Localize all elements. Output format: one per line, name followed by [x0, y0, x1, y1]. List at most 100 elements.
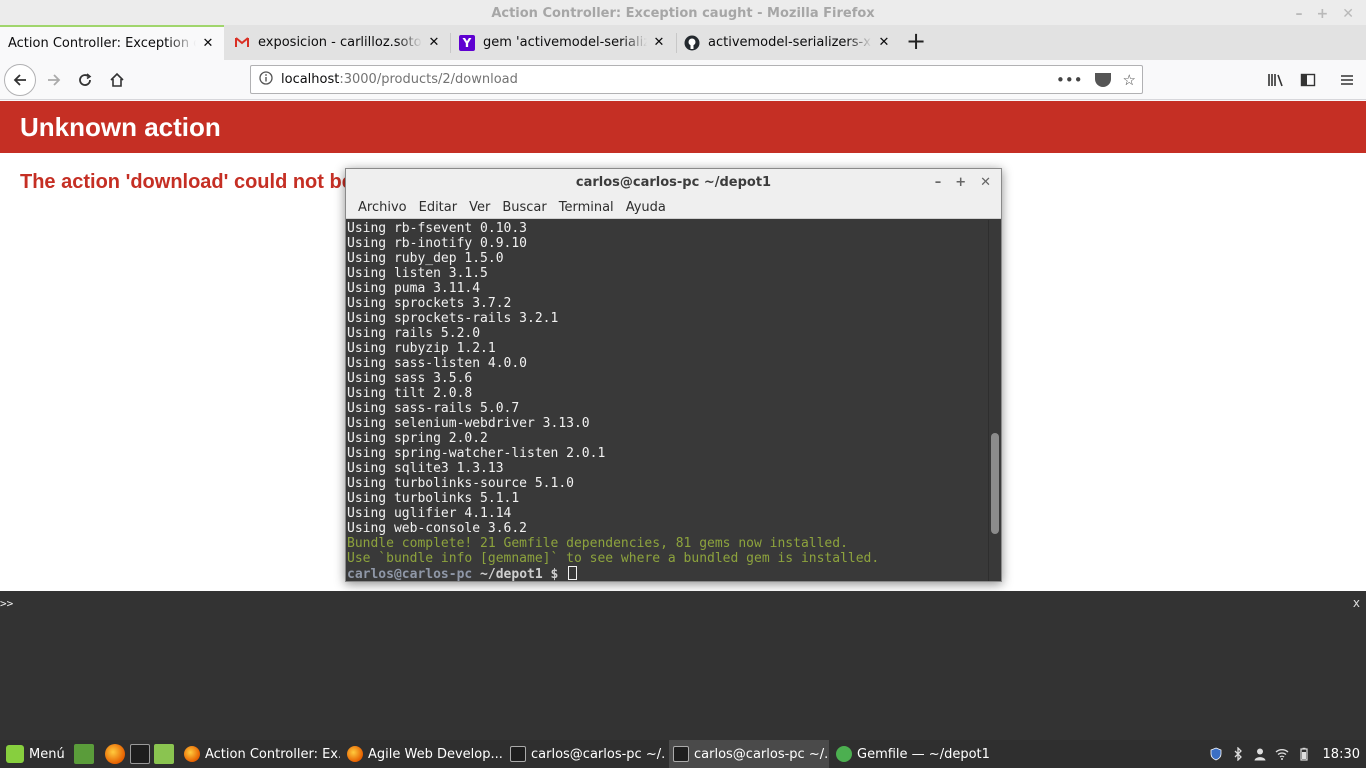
tab-title: activemodel-serializers-xml/README — [708, 35, 872, 50]
menu-ayuda[interactable]: Ayuda — [620, 200, 672, 215]
show-desktop-icon[interactable] — [74, 744, 94, 764]
home-button[interactable] — [101, 64, 133, 96]
terminal-output-line: Using rb-inotify 0.9.10 — [347, 236, 528, 251]
terminal-launcher-icon[interactable] — [130, 744, 150, 764]
terminal-icon — [673, 746, 689, 762]
library-button[interactable] — [1260, 64, 1292, 96]
terminal-output-line: Using rails 5.2.0 — [347, 326, 481, 341]
menu-button[interactable] — [1331, 64, 1363, 96]
url-host: localhost — [281, 72, 340, 87]
files-launcher-icon[interactable] — [154, 744, 174, 764]
maximize-icon[interactable]: + — [955, 169, 966, 197]
firefox-icon — [347, 746, 363, 762]
site-info-icon[interactable] — [251, 71, 281, 88]
tab-close-icon[interactable]: ✕ — [200, 36, 216, 51]
terminal-output-line: Using sass-rails 5.0.7 — [347, 401, 520, 416]
terminal-output-line: Using sqlite3 1.3.13 — [347, 461, 504, 476]
tab-action-controller[interactable]: Action Controller: Exception caught ✕ — [0, 25, 224, 60]
tab-gmail[interactable]: exposicion - carlilloz.soto@gmail.com ✕ — [226, 25, 450, 60]
terminal-success-line: Bundle complete! 21 Gemfile dependencies… — [347, 536, 848, 551]
maximize-icon[interactable]: + — [1317, 0, 1329, 28]
terminal-output[interactable]: Using rb-fsevent 0.10.3 Using rb-inotify … — [346, 220, 989, 581]
window-controls: – + ✕ — [1296, 0, 1354, 28]
new-tab-button[interactable]: + — [904, 25, 928, 60]
pocket-icon[interactable] — [1094, 72, 1111, 87]
terminal-prompt-line[interactable]: carlos@carlos-pc ~/depot1 $ — [347, 566, 989, 581]
terminal-titlebar[interactable]: carlos@carlos-pc ~/depot1 – + ✕ — [346, 169, 1001, 197]
tab-strip: Action Controller: Exception caught ✕ ex… — [0, 25, 1366, 60]
error-title: Unknown action — [20, 111, 221, 142]
gedit-icon — [836, 746, 852, 762]
wifi-icon[interactable] — [1275, 747, 1289, 761]
terminal-output-line: Using sass 3.5.6 — [347, 371, 473, 386]
terminal-output-line: Using ruby_dep 1.5.0 — [347, 251, 504, 266]
menu-editar[interactable]: Editar — [413, 200, 464, 215]
menu-archivo[interactable]: Archivo — [352, 200, 413, 215]
page-actions-icon[interactable]: ••• — [1056, 71, 1083, 89]
sidebar-button[interactable] — [1292, 64, 1324, 96]
task-terminal-2[interactable]: carlos@carlos-pc ~/... — [669, 740, 829, 768]
user-icon[interactable] — [1253, 747, 1267, 761]
start-menu-button[interactable]: Menú — [2, 742, 69, 766]
terminal-success-line: Use `bundle info [gemname]` to see where… — [347, 551, 880, 566]
close-icon[interactable]: ✕ — [980, 169, 991, 197]
terminal-icon — [510, 746, 526, 762]
menu-buscar[interactable]: Buscar — [496, 200, 552, 215]
forward-button[interactable] — [38, 64, 70, 96]
url-bar[interactable]: localhost:3000/products/2/download ••• ☆ — [250, 65, 1143, 94]
error-header: Unknown action — [0, 101, 1366, 153]
menu-ver[interactable]: Ver — [463, 200, 496, 215]
home-icon — [110, 72, 124, 87]
terminal-output-line: Using spring 2.0.2 — [347, 431, 488, 446]
task-label: carlos@carlos-pc ~/... — [531, 746, 666, 762]
library-icon — [1268, 74, 1283, 87]
tab-yahoo[interactable]: Y gem 'activemodel-serializers-xml' ✕ — [451, 25, 675, 60]
minimize-icon[interactable]: – — [935, 169, 942, 197]
window-title: Action Controller: Exception caught - Mo… — [491, 6, 875, 21]
terminal-menubar: Archivo Editar Ver Buscar Terminal Ayuda — [346, 197, 1001, 219]
tab-title: Action Controller: Exception caught — [8, 36, 196, 51]
tab-close-icon[interactable]: ✕ — [651, 35, 667, 50]
tab-title: exposicion - carlilloz.soto@gmail.com — [258, 35, 422, 50]
close-icon[interactable]: ✕ — [1342, 0, 1354, 28]
bluetooth-icon[interactable] — [1231, 747, 1245, 761]
github-icon — [684, 35, 700, 51]
terminal-output-line: Using puma 3.11.4 — [347, 281, 481, 296]
terminal-output-line: Using tilt 2.0.8 — [347, 386, 473, 401]
prompt-user: carlos@carlos-pc — [347, 567, 473, 581]
hamburger-icon — [1341, 75, 1353, 85]
tab-close-icon[interactable]: ✕ — [426, 35, 442, 50]
terminal-output-line: Using sprockets-rails 3.2.1 — [347, 311, 559, 326]
firefox-launcher-icon[interactable] — [105, 744, 125, 764]
terminal-output-line: Using sass-listen 4.0.0 — [347, 356, 528, 371]
terminal-scrollbar[interactable] — [988, 220, 1000, 581]
bookmark-star-icon[interactable]: ☆ — [1123, 71, 1136, 89]
console-prompt[interactable]: >> — [0, 597, 13, 610]
task-terminal-1[interactable]: carlos@carlos-pc ~/... — [506, 740, 666, 768]
task-label: Gemfile — ~/depot1 ... — [857, 746, 992, 762]
task-firefox-agile[interactable]: Agile Web Develop... — [343, 740, 503, 768]
gmail-icon — [234, 35, 250, 51]
task-label: carlos@carlos-pc ~/... — [694, 746, 829, 762]
console-close-icon[interactable]: x — [1353, 596, 1360, 610]
task-gedit[interactable]: Gemfile — ~/depot1 ... — [832, 740, 992, 768]
firefox-titlebar: Action Controller: Exception caught - Mo… — [0, 0, 1366, 28]
taskbar: Menú Action Controller: Ex... Agile Web … — [0, 740, 1366, 768]
system-tray: 18:30 — [1209, 740, 1360, 768]
clock[interactable]: 18:30 — [1323, 747, 1360, 762]
web-console-panel[interactable]: >> x — [0, 591, 1366, 740]
battery-icon[interactable] — [1297, 747, 1311, 761]
shield-icon[interactable] — [1209, 747, 1223, 761]
tab-close-icon[interactable]: ✕ — [876, 35, 892, 50]
task-firefox-action-controller[interactable]: Action Controller: Ex... — [180, 740, 340, 768]
menu-terminal[interactable]: Terminal — [553, 200, 620, 215]
terminal-output-line: Using web-console 3.6.2 — [347, 521, 528, 536]
reload-button[interactable] — [69, 64, 101, 96]
url-text[interactable]: localhost:3000/products/2/download — [281, 72, 1056, 87]
scrollbar-thumb[interactable] — [991, 433, 999, 534]
minimize-icon[interactable]: – — [1296, 0, 1303, 28]
back-button[interactable] — [4, 64, 36, 96]
terminal-window[interactable]: carlos@carlos-pc ~/depot1 – + ✕ Archivo … — [345, 168, 1002, 582]
tab-github[interactable]: activemodel-serializers-xml/README ✕ — [676, 25, 900, 60]
terminal-output-line: Using turbolinks-source 5.1.0 — [347, 476, 574, 491]
